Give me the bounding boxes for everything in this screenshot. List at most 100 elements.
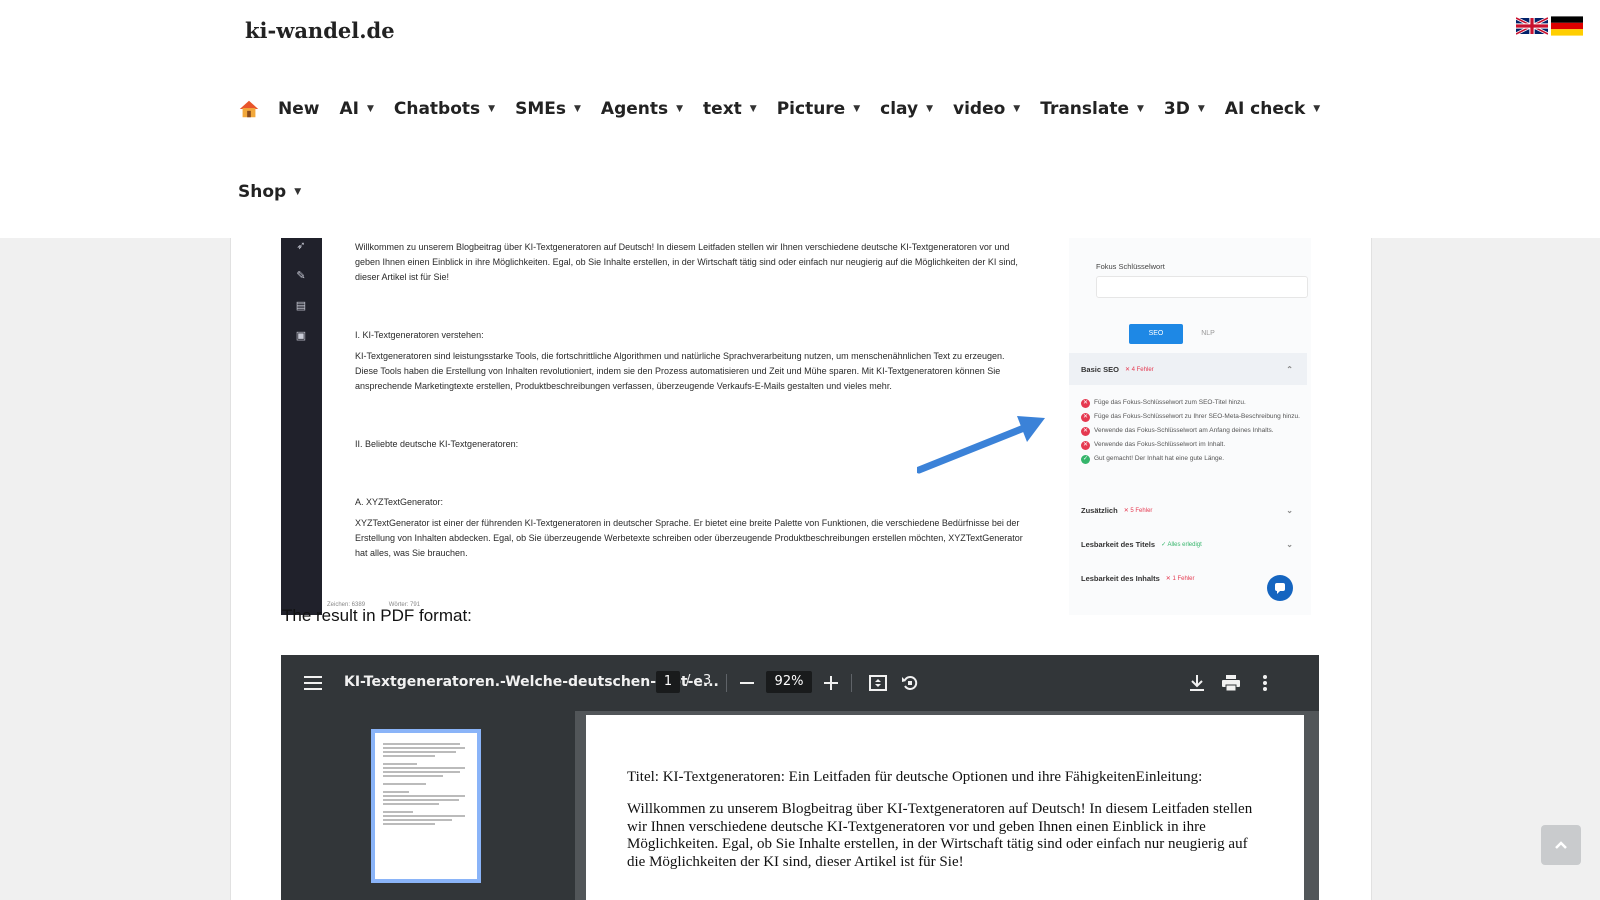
check-text: Füge das Fokus-Schlüsselwort zu Ihrer SE… — [1094, 413, 1300, 420]
seo-section-title-readability: Lesbarkeit des Titels ✓ Alles erledigt ⌄ — [1069, 528, 1307, 560]
nav-item-text[interactable]: text ▼ — [703, 99, 757, 119]
seo-check-item: ✕ Füge das Fokus-Schlüsselwort zu Ihrer S… — [1081, 412, 1301, 422]
nav-label: Shop — [238, 182, 287, 202]
site-title[interactable]: ki-wandel.de — [245, 18, 395, 43]
error-icon: ✕ — [1081, 399, 1090, 408]
page-number-input[interactable]: 1 — [656, 671, 680, 693]
zoom-input[interactable]: 92% — [766, 671, 812, 693]
check-text: Gut gemacht! Der Inhalt hat eine gute Lä… — [1094, 455, 1225, 462]
nav-item-smes[interactable]: SMEs ▼ — [515, 99, 581, 119]
zoom-in-icon[interactable] — [820, 669, 842, 697]
seo-check-item: ✕ Verwende das Fokus-Schlüsselwort im Inh… — [1081, 440, 1301, 450]
doc-heading-2: II. Beliebte deutsche KI-Textgeneratoren… — [355, 439, 519, 449]
page-separator: / — [686, 673, 691, 688]
archive-icon: ▣ — [295, 330, 307, 342]
main-nav: New AI ▼ Chatbots ▼ SMEs ▼ Agents ▼ text ▼ Pi… — [238, 98, 1340, 120]
section-title: Lesbarkeit des Titels — [1081, 539, 1156, 549]
nav-label: SMEs — [515, 99, 566, 119]
doc-heading-1: I. KI-Textgeneratoren verstehen: — [355, 330, 484, 340]
badge-text: 4 Fehler — [1131, 366, 1154, 373]
seo-check-item: ✓ Gut gemacht! Der Inhalt hat eine gute L… — [1081, 454, 1301, 464]
caret-down-icon: ▼ — [1013, 104, 1021, 114]
pdf-page-paragraph: Willkommen zu unserem Blogbeitrag über K… — [627, 801, 1253, 870]
nav-item-ai-check[interactable]: AI check ▼ — [1225, 99, 1320, 119]
tab-seo: SEO — [1129, 324, 1183, 344]
magic-wand-icon: ✎ — [296, 270, 306, 282]
article-content: ➶ ✎ ▤ ▣ Willkommen zu unserem Blogbeitra… — [230, 238, 1372, 900]
nav-item-translate[interactable]: Translate ▼ — [1040, 99, 1144, 119]
success-badge: ✓ Alles erledigt — [1161, 541, 1202, 548]
menu-icon[interactable] — [301, 669, 325, 697]
chevron-up-icon — [1555, 841, 1567, 849]
seo-section-additional: Zusätzlich ✕ 5 Fehler ⌄ — [1069, 494, 1307, 526]
page-thumbnail[interactable] — [371, 729, 481, 883]
badge-text: Alles erledigt — [1167, 541, 1202, 548]
section-title: Lesbarkeit des Inhalts — [1081, 573, 1160, 583]
nav-label: 3D — [1163, 99, 1190, 119]
chevron-up-icon: ⌃ — [1286, 364, 1293, 374]
nav-item-chatbots[interactable]: Chatbots ▼ — [394, 99, 495, 119]
doc-paragraph-3: XYZTextGenerator ist einer der führenden… — [355, 518, 1023, 558]
nav-item-shop[interactable]: Shop ▼ — [238, 182, 301, 202]
download-icon[interactable] — [1185, 669, 1209, 697]
nav-item-clay[interactable]: clay ▼ — [880, 99, 933, 119]
badge-text: 5 Fehler — [1130, 507, 1153, 514]
scroll-to-top-button[interactable] — [1541, 825, 1581, 865]
check-text: Verwende das Fokus-Schlüsselwort im Inha… — [1094, 441, 1226, 448]
pdf-viewer: KI-Textgeneratoren.-Welche-deutschen-gib… — [281, 655, 1319, 900]
rocket-icon: ➶ — [296, 240, 306, 252]
more-options-icon[interactable] — [1255, 669, 1275, 697]
page-total: 3 — [703, 673, 712, 688]
de-flag-icon[interactable] — [1551, 14, 1583, 38]
print-icon[interactable] — [1219, 669, 1243, 697]
rotate-icon[interactable] — [898, 669, 922, 697]
fit-page-icon[interactable] — [866, 669, 890, 697]
chevron-down-icon: ⌄ — [1286, 505, 1293, 515]
toolbar-divider — [851, 674, 852, 692]
seo-tabs: SEO NLP — [1129, 324, 1233, 344]
caret-down-icon: ▼ — [488, 104, 496, 114]
caret-down-icon: ▼ — [573, 104, 581, 114]
zoom-out-icon[interactable] — [736, 669, 758, 697]
nav-item-picture[interactable]: Picture ▼ — [777, 99, 860, 119]
doc-paragraph-1: KI-Textgeneratoren sind leistungsstarke … — [355, 351, 1005, 391]
nav-item-new[interactable]: New — [278, 99, 319, 119]
caret-down-icon: ▼ — [676, 104, 684, 114]
error-icon: ✕ — [1081, 441, 1090, 450]
editor-sidebar: ➶ ✎ ▤ ▣ — [281, 238, 322, 615]
pdf-page-title: Titel: KI-Textgeneratoren: Ein Leitfaden… — [627, 769, 1203, 785]
section-title: Basic SEO — [1081, 364, 1119, 374]
section-title: Zusätzlich — [1081, 505, 1118, 515]
seo-section-basic: Basic SEO ✕ 4 Fehler ⌃ — [1069, 353, 1307, 385]
tab-nlp: NLP — [1201, 330, 1215, 337]
seo-check-list: ✕ Füge das Fokus-Schlüsselwort zum SEO-Ti… — [1081, 398, 1301, 468]
chevron-down-icon: ⌄ — [1286, 539, 1293, 549]
error-icon: ✕ — [1081, 427, 1090, 436]
nav-label: video — [953, 99, 1006, 119]
caret-down-icon: ▼ — [749, 104, 757, 114]
uk-flag-icon[interactable] — [1516, 14, 1548, 38]
arrow-icon — [917, 416, 1045, 474]
home-icon[interactable] — [238, 98, 260, 120]
error-badge: ✕ 1 Fehler — [1165, 575, 1195, 582]
nav-label: New — [278, 99, 320, 119]
nav-item-ai[interactable]: AI ▼ — [339, 99, 373, 119]
doc-intro: Willkommen zu unserem Blogbeitrag über K… — [355, 242, 1018, 282]
error-badge: ✕ 4 Fehler — [1124, 366, 1154, 373]
nav-item-3d[interactable]: 3D ▼ — [1164, 99, 1205, 119]
focus-keyword-input — [1096, 276, 1308, 298]
caret-down-icon: ▼ — [294, 187, 302, 197]
caret-down-icon: ▼ — [853, 104, 861, 114]
pdf-toolbar: KI-Textgeneratoren.-Welche-deutschen-gib… — [281, 655, 1319, 711]
nav-label: Translate — [1040, 99, 1129, 119]
nav-label: AI check — [1224, 99, 1306, 119]
check-text: Füge das Fokus-Schlüsselwort zum SEO-Tit… — [1094, 399, 1246, 406]
nav-item-agents[interactable]: Agents ▼ — [601, 99, 683, 119]
caret-down-icon: ▼ — [1313, 104, 1321, 114]
site-header: ki-wandel.de New AI ▼ Chatbots ▼ SMEs ▼ Age… — [0, 0, 1600, 238]
doc-heading-3: A. XYZTextGenerator: — [355, 497, 444, 507]
seo-panel: Fokus Schlüsselwort SEO NLP Basic SEO ✕ … — [1069, 238, 1311, 615]
nav-item-video[interactable]: video ▼ — [953, 99, 1020, 119]
chat-icon — [1267, 575, 1293, 601]
caret-down-icon: ▼ — [1197, 104, 1205, 114]
